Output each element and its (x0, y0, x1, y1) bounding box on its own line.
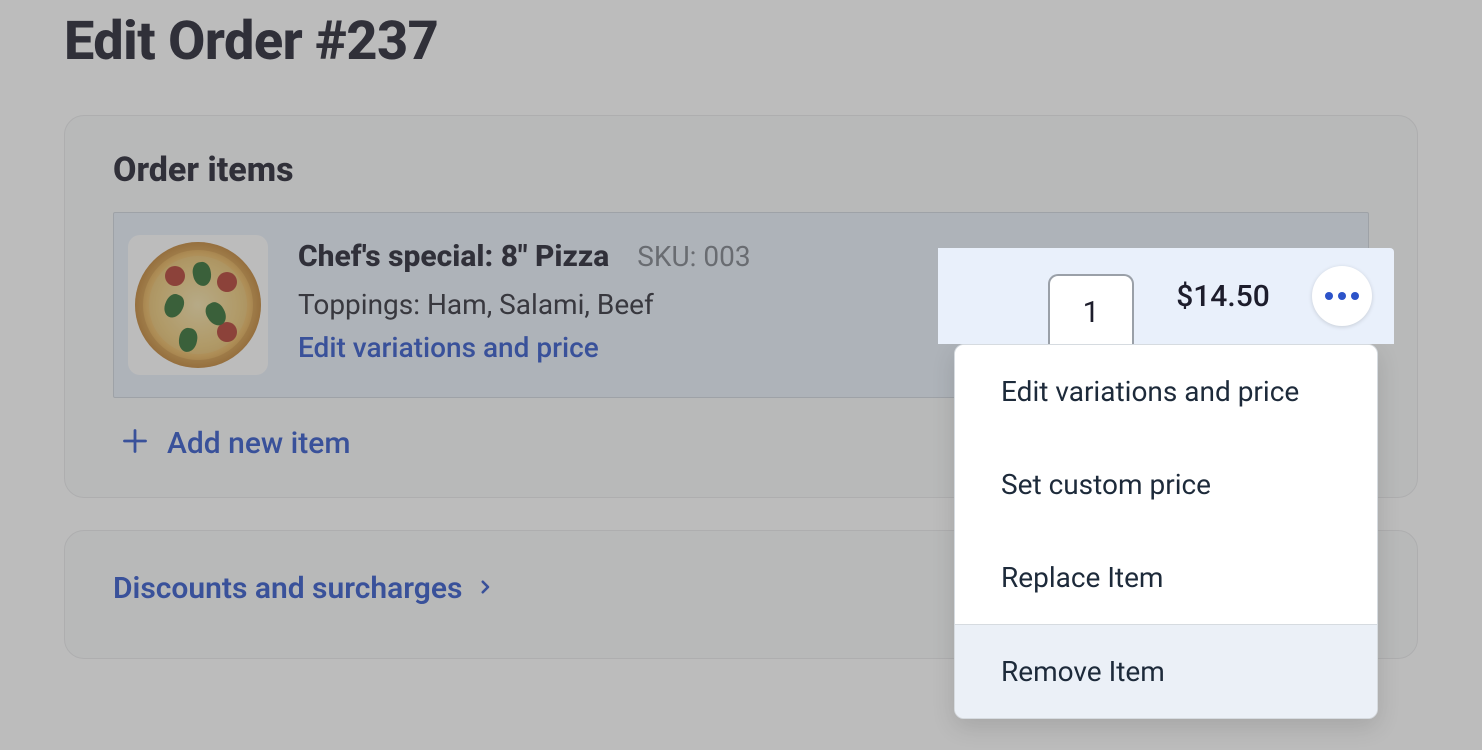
pizza-icon (135, 242, 261, 368)
add-new-item-label: Add new item (167, 426, 351, 461)
item-price: $14.50 (1176, 279, 1270, 314)
popover-header-strip: 1 $14.50 (938, 248, 1394, 344)
item-name: Chef's special: 8" Pizza (298, 239, 609, 274)
edit-variations-link[interactable]: Edit variations and price (298, 331, 984, 364)
menu-replace-item[interactable]: Replace Item (955, 531, 1377, 624)
discounts-label: Discounts and surcharges (113, 571, 462, 606)
item-more-button[interactable] (1312, 266, 1372, 326)
more-icon (1351, 292, 1359, 300)
plus-icon (121, 427, 149, 461)
item-toppings: Toppings: Ham, Salami, Beef (298, 288, 984, 321)
menu-remove-item[interactable]: Remove Item (955, 624, 1377, 718)
item-thumbnail (128, 235, 268, 375)
item-actions-popover: 1 $14.50 Edit variations and price Set c… (938, 248, 1394, 719)
more-icon (1338, 292, 1346, 300)
menu-set-custom-price[interactable]: Set custom price (955, 438, 1377, 531)
quantity-input[interactable]: 1 (1048, 274, 1134, 344)
menu-edit-variations[interactable]: Edit variations and price (955, 345, 1377, 438)
chevron-right-icon (476, 574, 494, 604)
page-title: Edit Order #237 (64, 10, 1418, 73)
order-items-title: Order items (113, 150, 1369, 190)
item-sku: SKU: 003 (637, 240, 750, 273)
more-icon (1325, 292, 1333, 300)
item-actions-menu: Edit variations and price Set custom pri… (954, 344, 1378, 719)
